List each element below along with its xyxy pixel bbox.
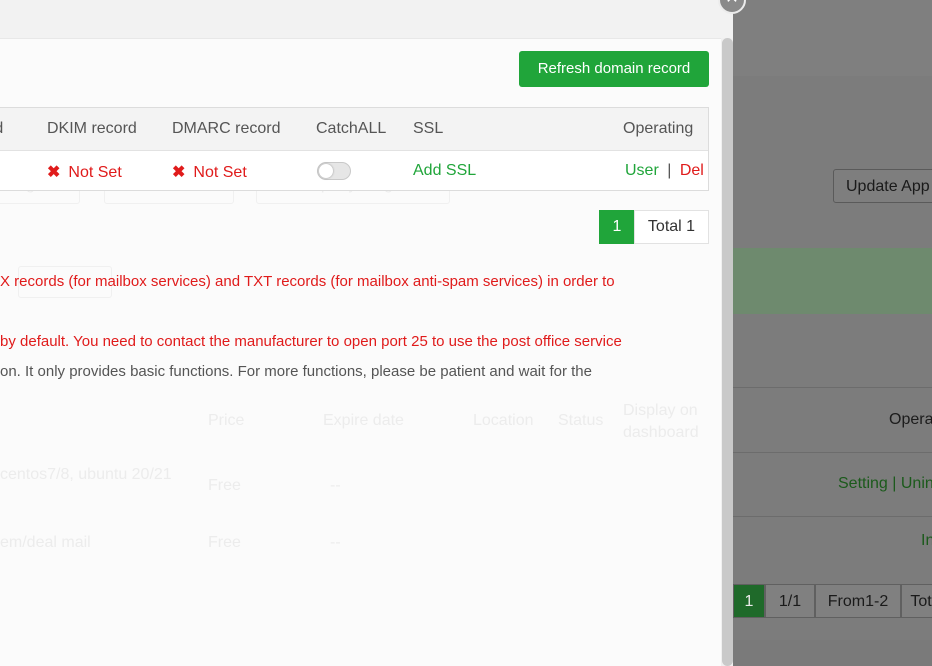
background-panel: [733, 76, 932, 640]
background-page-current: 1: [733, 584, 765, 618]
operating-actions: User | Del: [625, 162, 704, 180]
background-page-range: From1-2: [815, 584, 901, 618]
table-header: rd DKIM record DMARC record CatchALL SSL…: [0, 108, 708, 151]
ghost-column: Expire date: [323, 412, 404, 429]
ghost-row-desc: em/deal mail: [0, 534, 91, 551]
user-link[interactable]: User: [625, 162, 659, 179]
background-row-action: In: [921, 532, 932, 549]
ghost-column: Location: [473, 412, 534, 429]
cross-icon: ✖: [172, 164, 186, 181]
page-current-button[interactable]: 1: [599, 210, 635, 244]
catchall-toggle[interactable]: [317, 162, 351, 180]
mail-domain-dialog: Ding-list Professional Third party Plug-…: [0, 0, 733, 666]
column-header-dmarc: DMARC record: [172, 120, 281, 137]
background-page-total: Tot: [901, 584, 932, 618]
ghost-column: Status: [558, 412, 604, 429]
column-header-operating: Operating: [623, 120, 694, 137]
delete-link[interactable]: Del: [680, 162, 704, 179]
divider: [733, 452, 932, 453]
ghost-row-price: Free: [208, 477, 241, 494]
background-page-count: 1/1: [765, 584, 815, 618]
toggle-knob: [319, 164, 333, 178]
ghost-column: Display on dashboard: [623, 402, 699, 441]
divider: [733, 516, 932, 517]
column-header-dkim: DKIM record: [47, 120, 137, 137]
ghost-row-desc: centos7/8, ubuntu 20/21: [0, 466, 172, 483]
add-ssl-link[interactable]: Add SSL: [413, 162, 476, 180]
divider: [733, 387, 932, 388]
update-app-button: Update App: [833, 169, 932, 203]
ghost-row-expire: --: [330, 534, 341, 551]
background-row-action: Setting | Unin: [838, 475, 932, 492]
scrollbar-thumb[interactable]: [722, 38, 733, 666]
ghost-column: Price: [208, 412, 245, 429]
note-mx-records: X records (for mailbox services) and TXT…: [0, 273, 615, 290]
column-header-catchall: CatchALL: [316, 120, 387, 137]
ghost-row-expire: --: [330, 477, 341, 494]
cross-icon: ✖: [47, 164, 61, 181]
refresh-domain-record-button[interactable]: Refresh domain record: [519, 51, 709, 87]
separator: |: [667, 162, 672, 179]
dmarc-status: ✖ Not Set: [172, 164, 247, 181]
dkim-status: ✖ Not Set: [47, 164, 122, 181]
note-port-25: by default. You need to contact the manu…: [0, 333, 622, 350]
background-header: [733, 0, 932, 76]
background-notice: [733, 248, 932, 314]
domain-record-table: rd DKIM record DMARC record CatchALL SSL…: [0, 107, 709, 191]
ghost-row-price: Free: [208, 534, 241, 551]
column-header: rd: [0, 120, 3, 138]
dialog-header: [0, 0, 733, 39]
note-basic-functions: on. It only provides basic functions. Fo…: [0, 363, 592, 380]
page-total: Total 1: [634, 210, 709, 244]
column-header-ssl: SSL: [413, 120, 444, 137]
background-column-header: Opera: [889, 411, 932, 428]
